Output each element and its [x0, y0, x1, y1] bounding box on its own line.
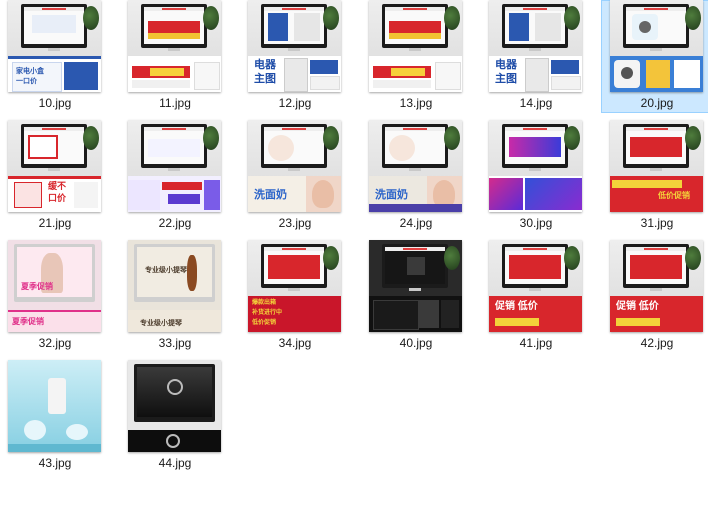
- file-thumbnail: 爆款出箱 补货进行中 低价促销: [248, 240, 341, 332]
- file-name-label: 42.jpg: [640, 336, 674, 350]
- file-thumbnail: [128, 0, 221, 92]
- file-item-24[interactable]: 洗面奶 24.jpg: [360, 120, 472, 233]
- file-item-22[interactable]: 22.jpg: [119, 120, 231, 233]
- file-thumbnail: 低价促销: [610, 120, 703, 212]
- file-thumbnail: [128, 120, 221, 212]
- file-name-label: 30.jpg: [519, 216, 553, 230]
- file-item-12[interactable]: 电器 主图 12.jpg: [239, 0, 351, 113]
- file-thumbnail: 洗面奶: [248, 120, 341, 212]
- file-name-label: 10.jpg: [38, 96, 72, 110]
- file-name-label: 13.jpg: [399, 96, 433, 110]
- file-item-43[interactable]: 43.jpg: [0, 360, 111, 473]
- file-thumbnail: 专业级小提琴 专业级小提琴: [128, 240, 221, 332]
- file-name-label: 43.jpg: [38, 456, 72, 470]
- file-item-20[interactable]: 20.jpg: [601, 0, 708, 113]
- file-item-14[interactable]: 电器 主图 14.jpg: [480, 0, 592, 113]
- file-name-label: 41.jpg: [519, 336, 553, 350]
- file-item-42[interactable]: 促销 低价 42.jpg: [601, 240, 708, 353]
- file-thumbnail: 洗面奶: [369, 120, 462, 212]
- file-item-44[interactable]: 44.jpg: [119, 360, 231, 473]
- file-name-label: 23.jpg: [278, 216, 312, 230]
- file-name-label: 12.jpg: [278, 96, 312, 110]
- file-item-13[interactable]: 13.jpg: [360, 0, 472, 113]
- file-name-label: 34.jpg: [278, 336, 312, 350]
- file-name-label: 21.jpg: [38, 216, 72, 230]
- file-item-41[interactable]: 促销 低价 41.jpg: [480, 240, 592, 353]
- file-item-30[interactable]: 30.jpg: [480, 120, 592, 233]
- file-name-label: 40.jpg: [399, 336, 433, 350]
- file-thumbnail: [369, 0, 462, 92]
- file-name-label: 32.jpg: [38, 336, 72, 350]
- file-item-33[interactable]: 专业级小提琴 专业级小提琴 33.jpg: [119, 240, 231, 353]
- file-thumbnail: 促销 低价: [610, 240, 703, 332]
- file-thumbnail: [128, 360, 221, 452]
- file-name-label: 14.jpg: [519, 96, 553, 110]
- file-item-21[interactable]: 缓不 口价 21.jpg: [0, 120, 111, 233]
- file-item-40[interactable]: 40.jpg: [360, 240, 472, 353]
- file-thumbnail: [489, 120, 582, 212]
- file-thumbnail: [610, 0, 703, 92]
- file-item-23[interactable]: 洗面奶 23.jpg: [239, 120, 351, 233]
- file-name-label: 11.jpg: [159, 96, 191, 110]
- file-name-label: 44.jpg: [158, 456, 192, 470]
- file-thumbnail: [8, 360, 101, 452]
- file-thumbnail-grid: 家电小盒 一口价 10.jpg 11.jpg 电器 主图 12.jpg 13.jpg 电器 主图 1…: [0, 0, 708, 517]
- file-thumbnail: 促销 低价: [489, 240, 582, 332]
- file-thumbnail: 夏季促销 夏季促销: [8, 240, 101, 332]
- file-item-34[interactable]: 爆款出箱 补货进行中 低价促销 34.jpg: [239, 240, 351, 353]
- file-thumbnail: [369, 240, 462, 332]
- file-item-31[interactable]: 低价促销 31.jpg: [601, 120, 708, 233]
- file-name-label: 31.jpg: [640, 216, 674, 230]
- file-item-32[interactable]: 夏季促销 夏季促销 32.jpg: [0, 240, 111, 353]
- file-name-label: 33.jpg: [158, 336, 192, 350]
- file-name-label: 20.jpg: [640, 96, 674, 110]
- file-thumbnail: 电器 主图: [489, 0, 582, 92]
- file-thumbnail: 家电小盒 一口价: [8, 0, 101, 92]
- file-thumbnail: 电器 主图: [248, 0, 341, 92]
- file-item-11[interactable]: 11.jpg: [119, 0, 231, 113]
- file-item-10[interactable]: 家电小盒 一口价 10.jpg: [0, 0, 111, 113]
- file-name-label: 22.jpg: [158, 216, 192, 230]
- file-name-label: 24.jpg: [399, 216, 433, 230]
- file-thumbnail: 缓不 口价: [8, 120, 101, 212]
